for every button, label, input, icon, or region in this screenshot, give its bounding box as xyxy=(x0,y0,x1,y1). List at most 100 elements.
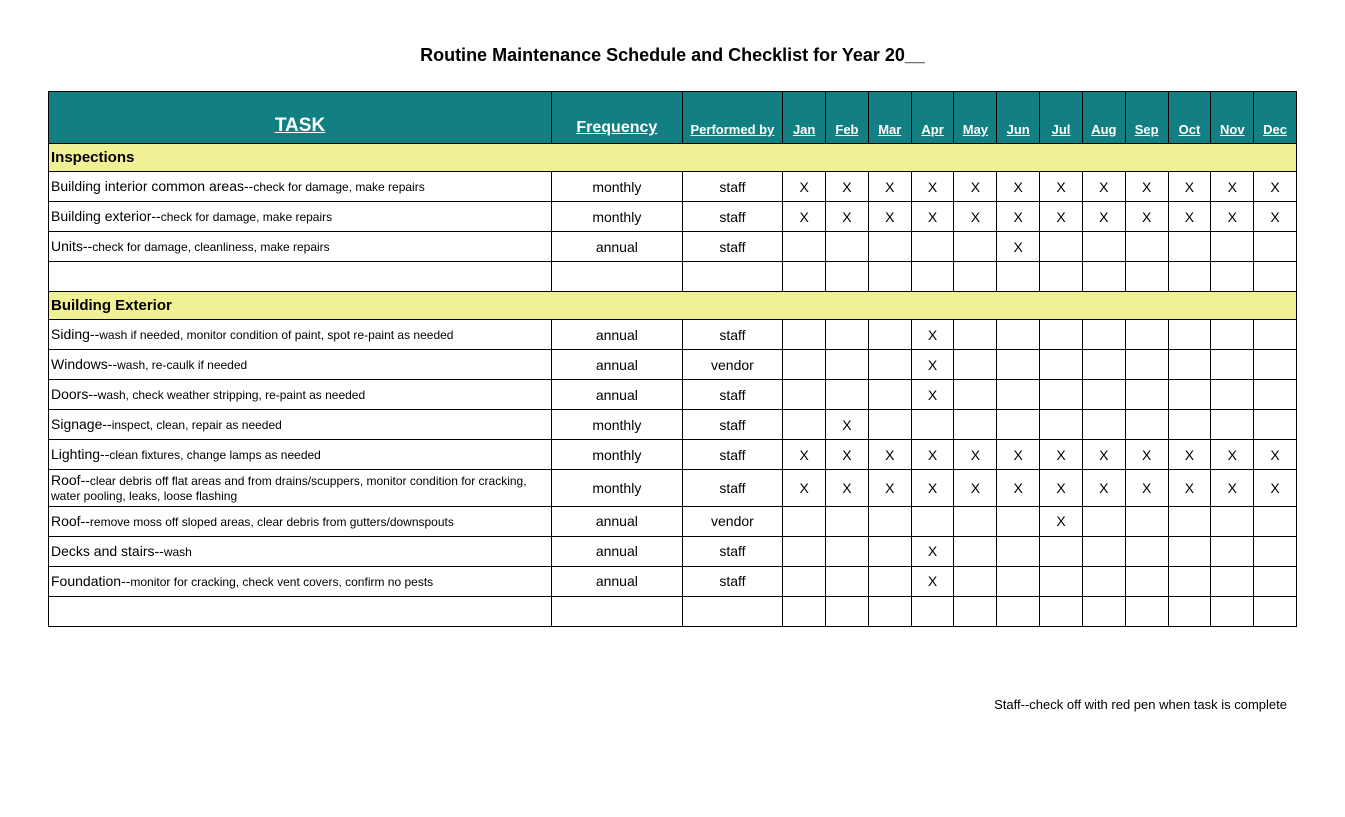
task-main-text: Doors-- xyxy=(51,386,98,402)
month-cell xyxy=(1168,566,1211,596)
month-cell xyxy=(954,506,997,536)
empty-cell xyxy=(1082,596,1125,626)
month-cell xyxy=(1125,566,1168,596)
section-name: Building Exterior xyxy=(49,292,1297,320)
task-cell: Decks and stairs--wash xyxy=(49,536,552,566)
month-cell xyxy=(997,380,1040,410)
month-cell: X xyxy=(1211,172,1254,202)
frequency-cell: monthly xyxy=(552,202,683,232)
month-cell: X xyxy=(1254,440,1297,470)
month-cell: X xyxy=(826,470,869,507)
empty-cell xyxy=(911,596,954,626)
performed-by-cell: staff xyxy=(682,410,783,440)
header-month: Apr xyxy=(911,92,954,144)
frequency-cell: monthly xyxy=(552,470,683,507)
month-cell xyxy=(1168,320,1211,350)
header-month: Dec xyxy=(1254,92,1297,144)
month-cell: X xyxy=(1211,202,1254,232)
maintenance-table: TASK Frequency Performed by Jan Feb Mar … xyxy=(48,91,1297,627)
month-cell xyxy=(954,566,997,596)
month-cell xyxy=(1254,566,1297,596)
month-cell xyxy=(1211,380,1254,410)
month-cell xyxy=(826,566,869,596)
month-cell: X xyxy=(997,440,1040,470)
month-cell xyxy=(1040,380,1083,410)
month-cell xyxy=(1168,232,1211,262)
frequency-cell: annual xyxy=(552,320,683,350)
month-cell xyxy=(826,350,869,380)
task-main-text: Signage-- xyxy=(51,416,112,432)
table-row: Lighting--clean fixtures, change lamps a… xyxy=(49,440,1297,470)
month-cell xyxy=(1125,506,1168,536)
month-cell xyxy=(868,320,911,350)
table-row: Roof--remove moss off sloped areas, clea… xyxy=(49,506,1297,536)
task-detail-text: remove moss off sloped areas, clear debr… xyxy=(90,515,454,529)
month-cell xyxy=(1211,350,1254,380)
month-cell: X xyxy=(868,470,911,507)
month-cell: X xyxy=(911,320,954,350)
month-cell xyxy=(783,566,826,596)
task-cell: Siding--wash if needed, monitor conditio… xyxy=(49,320,552,350)
task-main-text: Decks and stairs-- xyxy=(51,543,164,559)
month-cell xyxy=(997,410,1040,440)
empty-row xyxy=(49,596,1297,626)
month-cell xyxy=(1125,232,1168,262)
month-cell: X xyxy=(826,172,869,202)
task-cell: Roof--clear debris off flat areas and fr… xyxy=(49,470,552,507)
month-cell xyxy=(783,506,826,536)
month-cell xyxy=(1125,350,1168,380)
header-month: May xyxy=(954,92,997,144)
month-cell: X xyxy=(997,202,1040,232)
frequency-cell: annual xyxy=(552,350,683,380)
empty-cell xyxy=(868,262,911,292)
empty-cell xyxy=(552,262,683,292)
month-cell xyxy=(1211,536,1254,566)
empty-cell xyxy=(911,262,954,292)
month-cell: X xyxy=(1082,440,1125,470)
frequency-cell: monthly xyxy=(552,440,683,470)
empty-cell xyxy=(1125,596,1168,626)
empty-cell xyxy=(954,262,997,292)
empty-cell xyxy=(997,262,1040,292)
empty-cell xyxy=(1040,262,1083,292)
month-cell: X xyxy=(1082,470,1125,507)
month-cell xyxy=(911,506,954,536)
table-row: Signage--inspect, clean, repair as neede… xyxy=(49,410,1297,440)
month-cell: X xyxy=(1125,202,1168,232)
month-cell: X xyxy=(1082,202,1125,232)
empty-cell xyxy=(1254,262,1297,292)
month-cell: X xyxy=(911,536,954,566)
month-cell xyxy=(783,232,826,262)
header-month: Aug xyxy=(1082,92,1125,144)
section-name: Inspections xyxy=(49,144,1297,172)
month-cell xyxy=(826,320,869,350)
empty-cell xyxy=(868,596,911,626)
month-cell: X xyxy=(1254,202,1297,232)
table-row: Building interior common areas--check fo… xyxy=(49,172,1297,202)
frequency-cell: monthly xyxy=(552,172,683,202)
task-cell: Foundation--monitor for cracking, check … xyxy=(49,566,552,596)
month-cell xyxy=(1040,232,1083,262)
task-main-text: Units-- xyxy=(51,238,92,254)
month-cell: X xyxy=(1254,172,1297,202)
task-cell: Building exterior--check for damage, mak… xyxy=(49,202,552,232)
task-main-text: Lighting-- xyxy=(51,446,109,462)
performed-by-cell: staff xyxy=(682,536,783,566)
month-cell: X xyxy=(911,202,954,232)
empty-cell xyxy=(1254,596,1297,626)
month-cell xyxy=(1125,320,1168,350)
task-main-text: Roof-- xyxy=(51,472,90,488)
month-cell xyxy=(1040,350,1083,380)
empty-cell xyxy=(826,262,869,292)
performed-by-cell: staff xyxy=(682,320,783,350)
task-main-text: Building exterior-- xyxy=(51,208,161,224)
month-cell: X xyxy=(997,172,1040,202)
empty-cell xyxy=(682,262,783,292)
month-cell xyxy=(826,506,869,536)
task-detail-text: check for damage, make repairs xyxy=(161,210,332,224)
section-header-row: Inspections xyxy=(49,144,1297,172)
month-cell: X xyxy=(997,232,1040,262)
section-header-row: Building Exterior xyxy=(49,292,1297,320)
month-cell xyxy=(954,350,997,380)
month-cell xyxy=(826,380,869,410)
